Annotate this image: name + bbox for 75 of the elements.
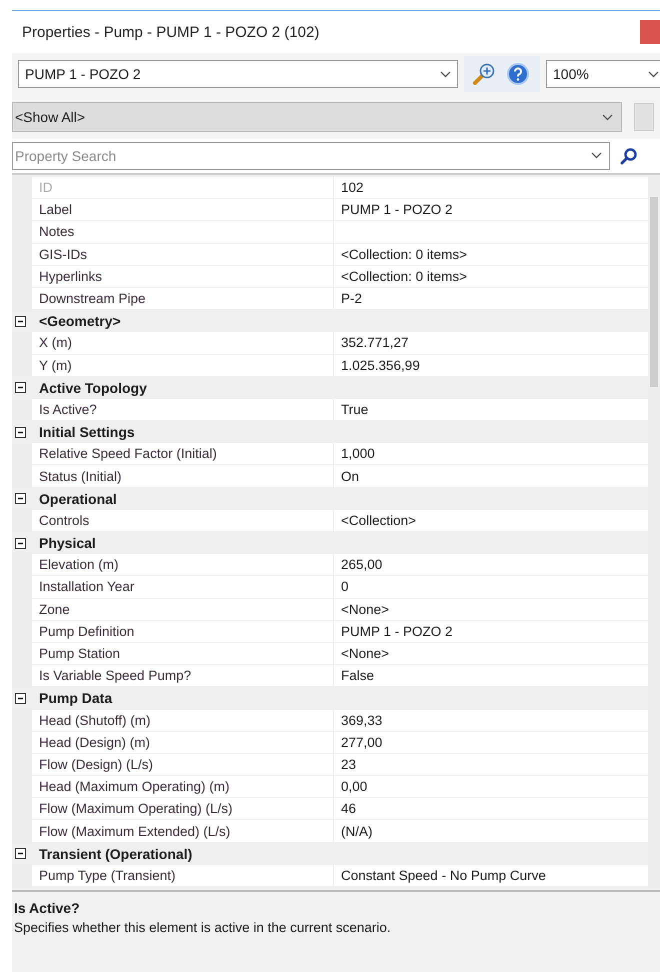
category-label: Active Topology [38,380,148,396]
search-field[interactable]: Property Search [12,142,610,170]
property-name[interactable]: Head (Maximum Operating) (m) [32,776,334,798]
chevron-icon [440,70,451,78]
property-value[interactable]: P-2 [334,288,648,310]
property-name[interactable]: Downstream Pipe [32,288,334,310]
property-value[interactable]: 23 [334,754,648,776]
property-name[interactable]: Is Active? [32,398,334,422]
property-name[interactable]: Elevation (m) [32,554,334,576]
property-value[interactable]: <None> [334,642,648,666]
description-text: Specifies whether this element is active in the current scenario. [14,920,392,935]
description-title: Is Active? [14,900,81,916]
help-icon[interactable] [506,62,530,86]
property-name[interactable]: X (m) [32,332,334,354]
property-name[interactable]: Label [32,199,334,222]
chevron-icon [602,114,613,120]
property-value[interactable]: True [334,398,648,422]
collapse-icon[interactable] [15,538,26,549]
collapse-icon[interactable] [15,316,26,327]
property-name[interactable]: Status (Initial) [32,465,334,488]
property-value[interactable]: PUMP 1 - POZO 2 [334,199,648,222]
property-name[interactable]: Hyperlinks [32,266,334,288]
property-name[interactable]: Relative Speed Factor (Initial) [32,443,334,466]
filter-dropdown[interactable]: <Show All> [12,102,622,132]
category-label: <Geometry> [38,313,122,330]
property-value[interactable]: 46 [334,798,648,820]
property-name[interactable]: Flow (Design) (L/s) [32,754,334,776]
collapse-icon[interactable] [15,382,26,394]
property-value[interactable]: PUMP 1 - POZO 2 [334,620,648,643]
property-value[interactable]: 265,00 [334,554,648,576]
collapse-icon[interactable] [15,848,26,860]
property-value[interactable]: Constant Speed - No Pump Curve [334,864,648,887]
property-name[interactable]: Pump Definition [32,620,334,643]
property-value[interactable]: 0,00 [334,776,648,798]
property-value[interactable]: <Collection: 0 items> [334,244,648,266]
property-name[interactable]: GIS-IDs [32,244,334,266]
window-title: Properties - Pump - PUMP 1 - POZO 2 (102) [22,24,320,40]
category-label: Operational [38,490,118,507]
property-name[interactable]: Is Variable Speed Pump? [32,665,334,688]
zoom-in-icon[interactable] [472,62,496,86]
category-label: Transient (Operational) [38,846,194,862]
category-label: Initial Settings [38,424,136,440]
property-name[interactable]: Y (m) [32,354,334,377]
property-name[interactable]: Head (Shutoff) (m) [32,710,334,732]
property-value[interactable]: 277,00 [334,732,648,754]
property-value[interactable]: 352.771,27 [334,332,648,354]
zoom-dropdown[interactable]: 100% [546,60,660,88]
collapse-icon[interactable] [15,692,26,704]
property-value[interactable]: False [334,665,648,688]
property-name[interactable]: Controls [32,510,334,532]
chevron-icon [648,70,659,78]
property-name[interactable]: Flow (Maximum Operating) (L/s) [32,798,334,820]
property-name[interactable]: Zone [32,598,334,621]
property-name[interactable]: Installation Year [32,576,334,599]
property-value[interactable]: 369,33 [334,710,648,732]
category-label: Pump Data [38,690,114,706]
property-value[interactable]: 1,000 [334,443,648,466]
property-value[interactable]: 0 [334,576,648,599]
category-label: Physical [38,535,97,552]
property-value[interactable]: <Collection> [334,510,648,532]
property-name[interactable]: Pump Type (Transient) [32,864,334,887]
property-name[interactable]: Head (Design) (m) [32,732,334,754]
search-icon[interactable] [620,147,638,165]
property-value[interactable]: On [334,465,648,488]
property-value[interactable]: <None> [334,598,648,621]
collapse-icon[interactable] [15,426,26,438]
property-value[interactable]: <Collection: 0 items> [334,266,648,288]
property-name[interactable]: Notes [32,221,334,244]
property-value[interactable]: (N/A) [334,820,648,843]
property-name[interactable]: Flow (Maximum Extended) (L/s) [32,820,334,843]
chevron-icon [591,152,602,159]
element-dropdown[interactable]: PUMP 1 - POZO 2 [18,60,458,88]
property-name[interactable]: Pump Station [32,642,334,666]
collapse-icon[interactable] [15,493,26,504]
property-value[interactable]: 1.025.356,99 [334,354,648,377]
